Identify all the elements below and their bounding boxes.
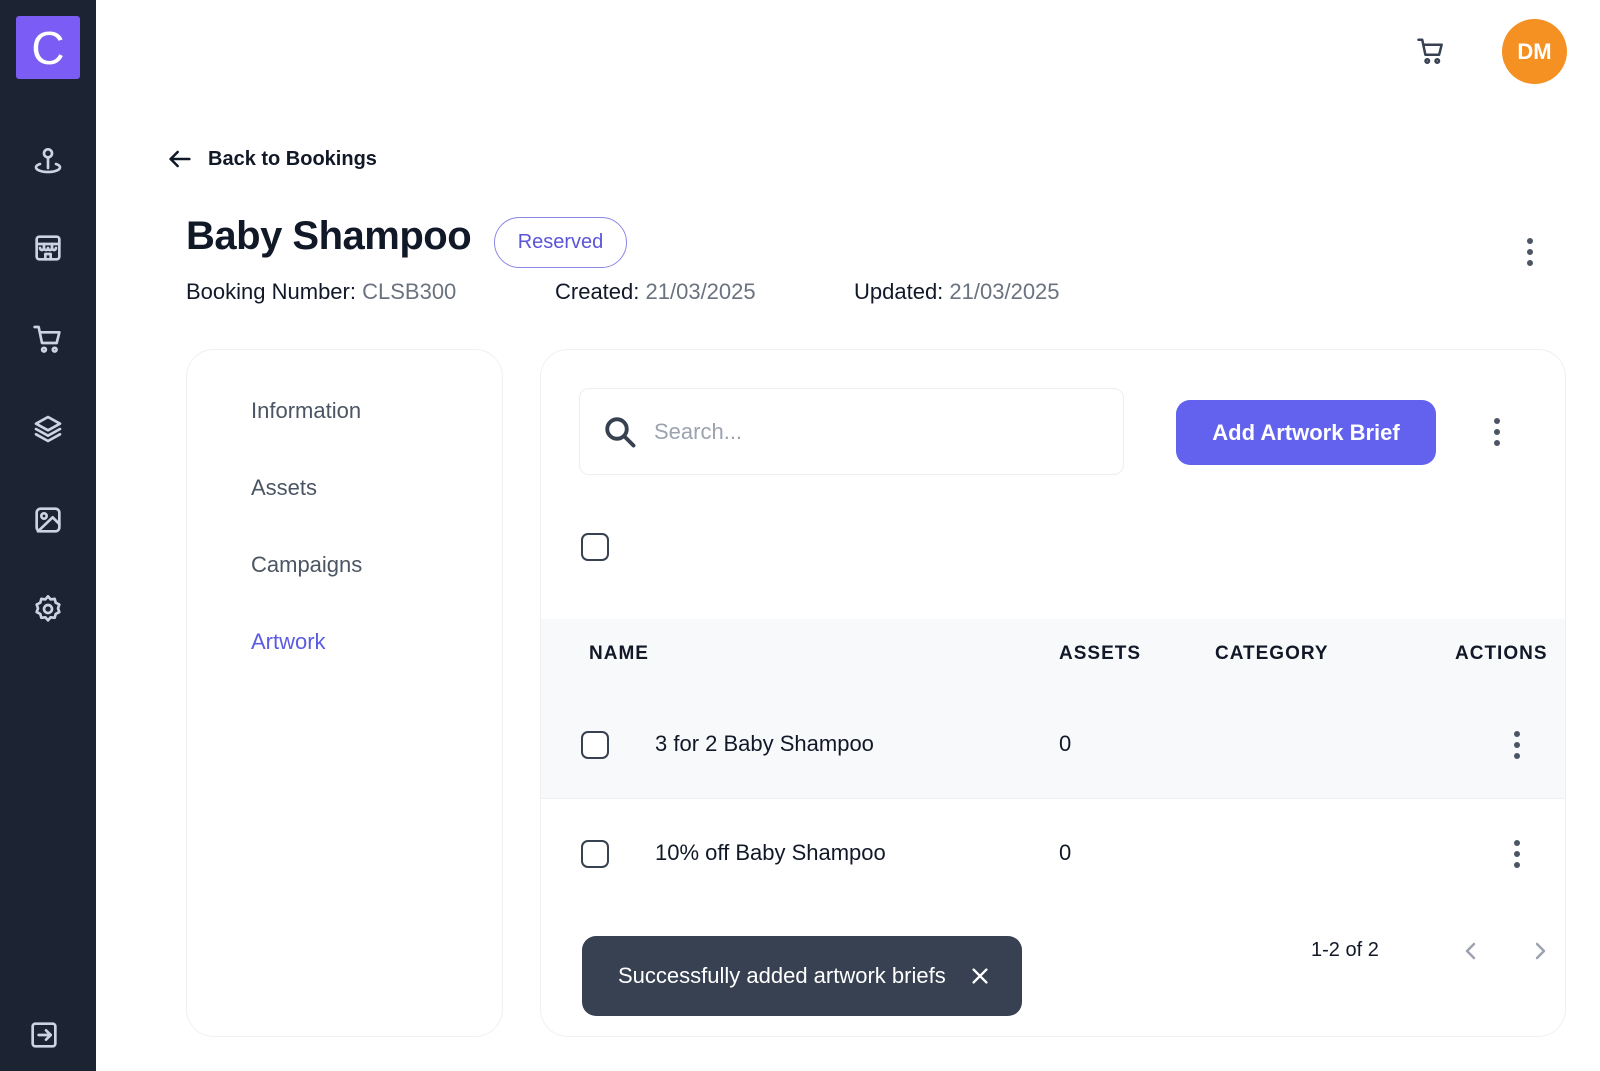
close-icon[interactable] bbox=[966, 962, 994, 990]
image-icon[interactable] bbox=[28, 500, 68, 540]
booking-number-value: CLSB300 bbox=[362, 279, 457, 304]
location-pin-icon[interactable] bbox=[28, 140, 68, 180]
updated-label: Updated: bbox=[854, 279, 944, 304]
row-assets: 0 bbox=[1059, 731, 1072, 756]
artwork-panel: Add Artwork Brief NAME ASSETS CATEGORY A… bbox=[540, 349, 1566, 1037]
column-category[interactable]: CATEGORY bbox=[1215, 643, 1329, 665]
table-row[interactable]: 10% off Baby Shampoo 0 bbox=[541, 800, 1565, 908]
booking-tabs-panel: Information Assets Campaigns Artwork bbox=[186, 349, 503, 1037]
logout-icon[interactable] bbox=[24, 1015, 64, 1055]
chevron-left-icon[interactable] bbox=[1456, 934, 1486, 968]
column-assets[interactable]: ASSETS bbox=[1059, 643, 1141, 665]
search-box[interactable] bbox=[579, 388, 1124, 475]
tab-information[interactable]: Information bbox=[251, 398, 361, 424]
user-avatar[interactable]: DM bbox=[1502, 19, 1567, 84]
search-icon bbox=[605, 416, 636, 447]
search-input[interactable] bbox=[654, 418, 1084, 445]
app-logo[interactable]: C bbox=[16, 16, 80, 79]
cart-icon[interactable] bbox=[1414, 34, 1448, 68]
row-name[interactable]: 3 for 2 Baby Shampoo bbox=[655, 731, 874, 757]
row-checkbox[interactable] bbox=[581, 840, 609, 868]
store-icon[interactable] bbox=[28, 228, 68, 268]
tab-campaigns[interactable]: Campaigns bbox=[251, 552, 362, 578]
chevron-right-icon[interactable] bbox=[1525, 934, 1555, 968]
tab-artwork[interactable]: Artwork bbox=[251, 629, 326, 655]
table-row[interactable]: 3 for 2 Baby Shampoo 0 bbox=[541, 691, 1565, 799]
booking-number: Booking Number: CLSB300 bbox=[186, 279, 456, 305]
back-link-label: Back to Bookings bbox=[208, 147, 377, 170]
sidebar: C bbox=[0, 0, 96, 1071]
updated-date: Updated: 21/03/2025 bbox=[854, 279, 1060, 305]
row-assets: 0 bbox=[1059, 840, 1072, 865]
artwork-more-menu-icon[interactable] bbox=[1483, 410, 1511, 454]
success-toast: Successfully added artwork briefs bbox=[582, 936, 1022, 1016]
gear-icon[interactable] bbox=[28, 589, 68, 629]
row-actions-menu-icon[interactable] bbox=[1503, 723, 1531, 767]
booking-more-menu-icon[interactable] bbox=[1516, 232, 1544, 272]
updated-value: 21/03/2025 bbox=[949, 279, 1060, 304]
row-actions-menu-icon[interactable] bbox=[1503, 832, 1531, 876]
row-name[interactable]: 10% off Baby Shampoo bbox=[655, 840, 886, 866]
column-name[interactable]: NAME bbox=[589, 643, 649, 665]
toast-message: Successfully added artwork briefs bbox=[618, 963, 946, 988]
column-actions: ACTIONS bbox=[1455, 643, 1548, 664]
row-checkbox[interactable] bbox=[581, 731, 609, 759]
back-to-bookings-link[interactable]: Back to Bookings bbox=[166, 143, 377, 175]
arrow-left-icon bbox=[169, 150, 191, 168]
select-all-checkbox[interactable] bbox=[581, 533, 609, 561]
pagination-info: 1-2 of 2 bbox=[1311, 939, 1379, 961]
table-header: NAME ASSETS CATEGORY ACTIONS bbox=[541, 619, 1565, 691]
tab-assets[interactable]: Assets bbox=[251, 475, 317, 501]
created-value: 21/03/2025 bbox=[645, 279, 756, 304]
layers-icon[interactable] bbox=[28, 409, 68, 449]
page-title: Baby Shampoo bbox=[186, 214, 472, 258]
created-label: Created: bbox=[555, 279, 640, 304]
cart-icon[interactable] bbox=[28, 319, 68, 359]
booking-number-label: Booking Number: bbox=[186, 279, 356, 304]
add-artwork-brief-button[interactable]: Add Artwork Brief bbox=[1176, 400, 1436, 465]
created-date: Created: 21/03/2025 bbox=[555, 279, 756, 305]
status-badge: Reserved bbox=[494, 217, 627, 268]
